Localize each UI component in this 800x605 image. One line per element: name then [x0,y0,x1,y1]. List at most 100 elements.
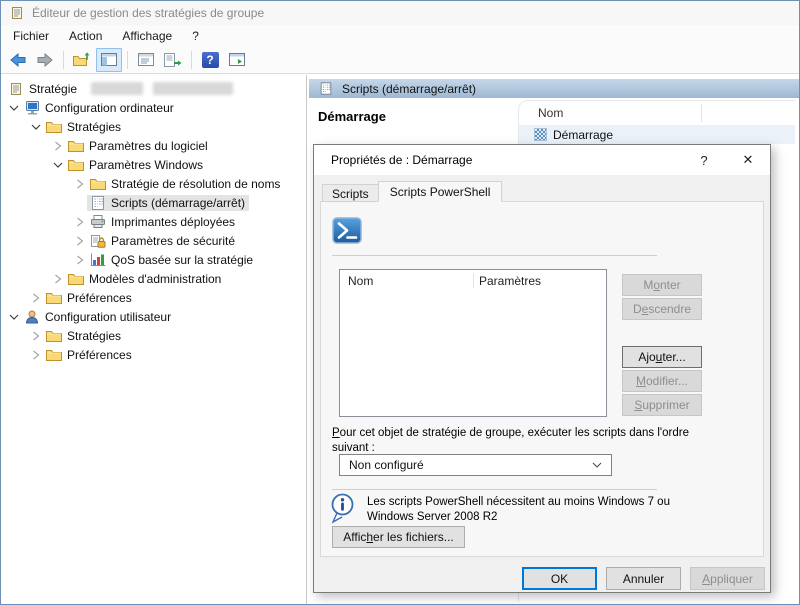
folder-icon [45,329,63,342]
column-header-nom[interactable]: Nom [519,101,795,125]
tree-item-label: QoS basée sur la stratégie [111,252,254,267]
chevron-expanded-icon[interactable] [29,123,43,131]
menu-aide[interactable]: ? [182,27,209,45]
menu-fichier[interactable]: Fichier [3,27,59,45]
order-label: Pour cet objet de stratégie de groupe, e… [332,427,689,454]
security-lock-icon [89,234,107,248]
folder-icon [67,139,85,152]
tree-item-strategies-ordinateur[interactable]: Stratégies [1,117,306,136]
window-title: Éditeur de gestion des stratégies de gro… [32,6,265,20]
order-combobox-value: Non configuré [349,458,424,472]
folder-icon [67,272,85,285]
menu-action[interactable]: Action [59,27,112,45]
tree-item-strategie-resolution-noms[interactable]: Stratégie de résolution de noms [1,174,306,193]
chevron-collapsed-icon[interactable] [29,331,43,341]
chevron-collapsed-icon[interactable] [73,179,87,189]
tree-item-root-policy[interactable]: Stratégie [1,79,306,98]
gpo-scroll-icon [9,6,25,20]
chevron-collapsed-icon[interactable] [73,236,87,246]
tree-item-strategies-utilisateur[interactable]: Stratégies [1,326,306,345]
dialog-help-button[interactable]: ? [682,145,726,175]
tree-item-label: Paramètres Windows [89,157,204,172]
chevron-expanded-icon[interactable] [7,104,21,112]
tree-item-qos-basee-strategie[interactable]: QoS basée sur la stratégie [1,250,306,269]
tree-item-label: Configuration utilisateur [45,309,172,324]
dialog-close-button[interactable]: ✕ [726,145,770,175]
properties-button[interactable] [133,48,159,72]
column-divider [473,273,474,288]
chevron-down-icon [592,462,602,468]
chevron-expanded-icon[interactable] [51,161,65,169]
info-text: Les scripts PowerShell nécessitent au mo… [367,496,670,523]
tree-item-parametres-windows[interactable]: Paramètres Windows [1,155,306,174]
chevron-collapsed-icon[interactable] [51,141,65,151]
chevron-collapsed-icon[interactable] [29,293,43,303]
afficher-les-fichiers-button[interactable]: Affic h er les fichiers... [332,526,465,548]
export-list-button[interactable] [160,48,186,72]
redacted-text [153,82,234,95]
extended-view-icon [229,53,245,66]
tree-item-scripts-demarrage-arret[interactable]: Scripts (démarrage/arrêt) [1,193,306,212]
column-header-parametres[interactable]: Paramètres [473,274,541,288]
toolbar-separator [63,50,64,69]
tree-item-label: Stratégie de résolution de noms [111,176,281,191]
ok-button[interactable]: OK [522,567,597,590]
tab-scripts-powershell[interactable]: Scripts PowerShell [377,181,503,202]
chevron-collapsed-icon[interactable] [73,217,87,227]
tree-item-label: Préférences [67,290,132,305]
tree-item-label: Configuration ordinateur [45,100,174,115]
monter-button[interactable]: Mo nter [622,274,702,296]
extended-view-button[interactable] [224,48,250,72]
list-item-label: Démarrage [553,127,614,142]
folder-icon [89,177,107,190]
column-header-label: Nom [538,106,564,120]
up-one-level-button[interactable] [69,48,95,72]
ajouter-button[interactable]: Ajo u ter... [622,346,702,368]
redacted-text [91,82,144,95]
annuler-button[interactable]: Annuler [606,567,681,590]
tab-scripts[interactable]: Scripts [322,184,379,202]
scripts-list[interactable]: Nom Paramètres [339,269,607,417]
toolbar-separator [191,50,192,69]
list-item-demarrage[interactable]: Démarrage [519,125,795,144]
appliquer-button[interactable]: Appliquer [690,567,765,590]
tree-item-label: Stratégie [29,81,78,96]
chevron-collapsed-icon[interactable] [29,350,43,360]
back-button[interactable] [5,48,31,72]
menu-affichage[interactable]: Affichage [112,27,182,45]
modifier-button[interactable]: Modifier... [622,370,702,392]
tree-item-imprimantes-deployees[interactable]: Imprimantes déployées [1,212,306,231]
toolbar: ? [1,46,799,74]
results-header-title: Scripts (démarrage/arrêt) [342,81,477,96]
chevron-collapsed-icon[interactable] [51,274,65,284]
chevron-expanded-icon[interactable] [7,313,21,321]
dialog-title-bar: Propriétés de : Démarrage ? ✕ [314,145,770,175]
qos-chart-icon [89,253,107,266]
order-combobox[interactable]: Non configuré [339,454,612,476]
folder-icon [67,158,85,171]
chevron-collapsed-icon[interactable] [73,255,87,265]
tree-item-configuration-ordinateur[interactable]: Configuration ordinateur [1,98,306,117]
computer-icon [23,100,41,115]
tree-item-preferences-utilisateur[interactable]: Préférences [1,345,306,364]
tree-item-modeles-administration[interactable]: Modèles d'administration [1,269,306,288]
tree-item-configuration-utilisateur[interactable]: Configuration utilisateur [1,307,306,326]
forward-button[interactable] [32,48,58,72]
divider [332,489,657,490]
powershell-icon [332,217,362,247]
folder-icon [45,120,63,133]
tree-item-parametres-de-securite[interactable]: Paramètres de sécurité [1,231,306,250]
tree-item-parametres-du-logiciel[interactable]: Paramètres du logiciel [1,136,306,155]
divider [332,255,657,256]
user-icon [23,310,41,324]
tree-item-label: Stratégies [67,328,122,343]
help-button[interactable]: ? [197,48,223,72]
show-console-tree-button[interactable] [96,47,122,72]
tree-item-preferences-ordinateur[interactable]: Préférences [1,288,306,307]
supprimer-button[interactable]: Supprimer [622,394,702,416]
column-header-nom[interactable]: Nom [340,274,473,288]
results-header: Scripts (démarrage/arrêt) [309,79,799,98]
descendre-button[interactable]: De scendre [622,298,702,320]
dialog-tabs: Scripts Scripts PowerShell [322,181,503,202]
menu-bar: Fichier Action Affichage ? [1,25,799,46]
